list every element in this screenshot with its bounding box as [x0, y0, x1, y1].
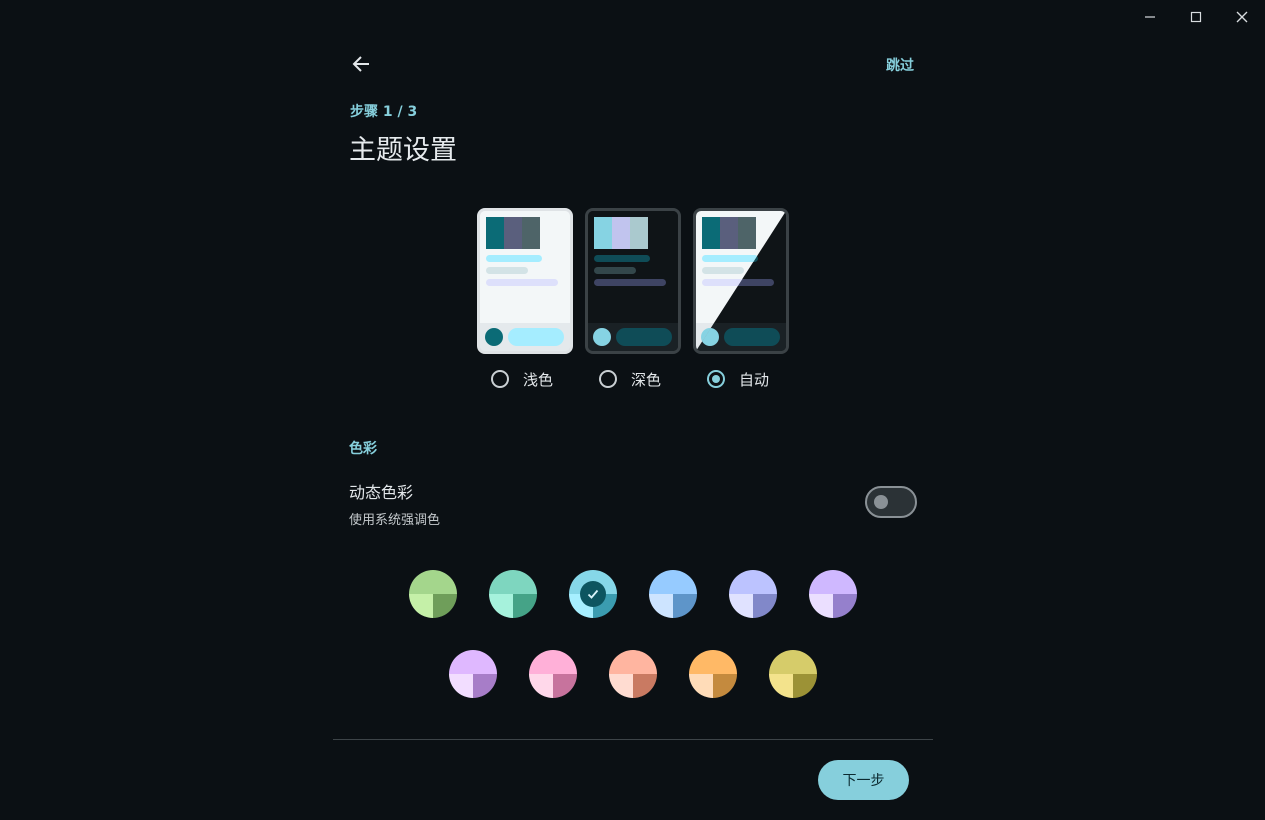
back-button[interactable] [346, 49, 376, 79]
swatch-primary [769, 650, 817, 674]
swatch-secondary [689, 674, 713, 698]
swatch-primary [609, 650, 657, 674]
check-icon [580, 581, 606, 607]
footer-divider [333, 739, 933, 740]
minimize-button[interactable] [1127, 0, 1173, 34]
skip-button[interactable]: 跳过 [886, 55, 914, 75]
theme-label-dark: 深色 [631, 370, 662, 389]
swatch-secondary [529, 674, 553, 698]
swatch-primary [489, 570, 537, 594]
swatch-tertiary [553, 674, 577, 698]
swatch-secondary [489, 594, 513, 618]
swatch-primary [809, 570, 857, 594]
next-button[interactable]: 下一步 [818, 760, 909, 800]
radio-light[interactable] [491, 370, 509, 388]
close-icon [1236, 11, 1248, 23]
swatch-secondary [729, 594, 753, 618]
swatch-tertiary [713, 674, 737, 698]
swatch-tertiary [753, 594, 777, 618]
color-section-title: 色彩 [349, 441, 377, 457]
color-swatch-pink[interactable] [529, 650, 577, 698]
color-swatch-teal[interactable] [489, 570, 537, 618]
dynamic-color-subtitle: 使用系统强调色 [349, 513, 441, 528]
arrow-left-icon [352, 56, 369, 72]
theme-option-auto[interactable]: 自动 [707, 366, 769, 392]
theme-option-light[interactable]: 浅色 [491, 366, 553, 392]
swatch-tertiary [513, 594, 537, 618]
swatch-tertiary [473, 674, 497, 698]
theme-preview-light[interactable] [477, 208, 573, 354]
swatch-secondary [809, 594, 833, 618]
color-swatch-green[interactable] [409, 570, 457, 618]
swatch-primary [449, 650, 497, 674]
swatch-secondary [449, 674, 473, 698]
swatch-tertiary [433, 594, 457, 618]
swatch-tertiary [673, 594, 697, 618]
step-indicator: 步骤 1 / 3 [350, 104, 418, 120]
setup-window: 跳过 步骤 1 / 3 主题设置 浅色 深色 自动 色彩 动态色彩 使用系统强调… [0, 0, 1265, 820]
radio-dark[interactable] [599, 370, 617, 388]
theme-preview-auto[interactable] [693, 208, 789, 354]
swatch-secondary [769, 674, 793, 698]
color-swatch-violet[interactable] [449, 650, 497, 698]
page-title: 主题设置 [349, 135, 457, 166]
swatch-secondary [649, 594, 673, 618]
swatch-primary [529, 650, 577, 674]
swatch-secondary [609, 674, 633, 698]
swatch-primary [649, 570, 697, 594]
color-swatch-olive[interactable] [769, 650, 817, 698]
dark-theme-illustration [588, 211, 678, 351]
radio-auto[interactable] [707, 370, 725, 388]
color-swatch-purple[interactable] [809, 570, 857, 618]
color-swatch-cyan[interactable] [569, 570, 617, 618]
color-swatch-indigo[interactable] [729, 570, 777, 618]
dynamic-color-title: 动态色彩 [349, 483, 414, 502]
theme-label-light: 浅色 [523, 370, 554, 389]
auto-theme-illustration [696, 211, 786, 351]
toggle-knob [874, 495, 888, 509]
theme-label-auto: 自动 [739, 370, 770, 389]
swatch-tertiary [833, 594, 857, 618]
swatch-primary [689, 650, 737, 674]
close-button[interactable] [1219, 0, 1265, 34]
color-swatch-blue[interactable] [649, 570, 697, 618]
dynamic-color-toggle[interactable] [865, 486, 917, 518]
swatch-tertiary [793, 674, 817, 698]
color-swatch-salmon[interactable] [609, 650, 657, 698]
swatch-primary [729, 570, 777, 594]
maximize-button[interactable] [1173, 0, 1219, 34]
maximize-icon [1190, 11, 1202, 23]
swatch-primary [409, 570, 457, 594]
theme-preview-dark[interactable] [585, 208, 681, 354]
swatch-secondary [409, 594, 433, 618]
light-theme-illustration [480, 211, 570, 351]
color-swatch-orange[interactable] [689, 650, 737, 698]
swatch-tertiary [633, 674, 657, 698]
theme-option-dark[interactable]: 深色 [599, 366, 661, 392]
minimize-icon [1145, 16, 1155, 18]
